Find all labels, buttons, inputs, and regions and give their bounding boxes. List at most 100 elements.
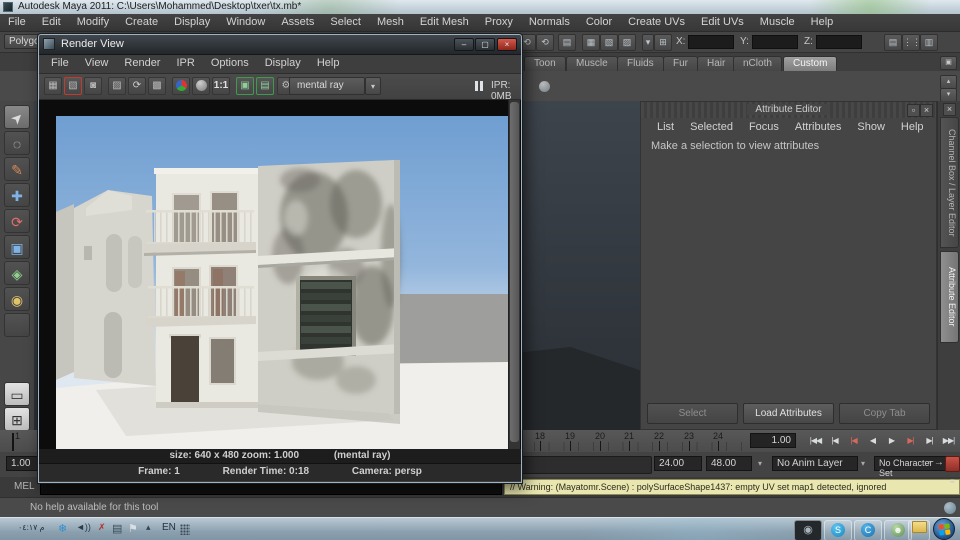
menu-item[interactable]: Help: [309, 55, 348, 69]
menu-item[interactable]: Options: [203, 55, 257, 69]
step-forward-key-button[interactable]: ▶|: [901, 432, 920, 450]
close-icon[interactable]: ×: [920, 104, 933, 117]
menu-item[interactable]: Edit UVs: [693, 14, 752, 28]
chevron-down-icon[interactable]: ▾: [365, 77, 381, 95]
speaker-icon[interactable]: ◄)): [76, 522, 91, 532]
render-region-icon[interactable]: ▧: [64, 77, 82, 95]
menu-item[interactable]: Help: [893, 118, 932, 133]
chevron-down-icon[interactable]: ▾: [861, 459, 865, 468]
close-button[interactable]: ×: [497, 38, 517, 51]
shelf-tab[interactable]: Toon: [524, 56, 566, 71]
minimize-button[interactable]: –: [454, 38, 474, 51]
menu-item[interactable]: Render: [116, 55, 168, 69]
show-attribute-editor-icon[interactable]: ▤: [884, 34, 902, 51]
step-back-key-button[interactable]: |◀: [844, 432, 863, 450]
step-back-frame-button[interactable]: |◀: [825, 432, 844, 450]
playback-end-field[interactable]: 48.00: [706, 456, 752, 471]
play-backwards-button[interactable]: ◀: [863, 432, 882, 450]
taskbar-clock[interactable]: م ٠٤:١٧: [18, 523, 45, 532]
shelf-tab-active[interactable]: Custom: [783, 56, 838, 71]
select-button[interactable]: Select: [647, 403, 738, 424]
menu-item[interactable]: Edit: [34, 14, 69, 28]
menu-item[interactable]: Select: [322, 14, 369, 28]
channel-box-tab[interactable]: Channel Box / Layer Editor: [940, 117, 959, 248]
menu-item[interactable]: Selected: [682, 118, 741, 133]
refresh-icon[interactable]: ⟳: [128, 77, 146, 95]
universal-manipulator-tool[interactable]: ◈: [4, 261, 30, 285]
restore-icon[interactable]: ▫: [907, 104, 920, 117]
copy-tab-button[interactable]: Copy Tab: [839, 403, 930, 424]
close-icon[interactable]: ×: [943, 103, 956, 116]
shelf-tab[interactable]: Fluids: [617, 56, 664, 71]
shelf-tab[interactable]: Fur: [663, 56, 698, 71]
command-result-warning[interactable]: // Warning: (Mayatomr.Scene) : polySurfa…: [504, 479, 960, 495]
four-pane-layout-button[interactable]: ⊞: [4, 407, 30, 431]
start-button[interactable]: [933, 518, 955, 540]
script-editor-icon[interactable]: ≡: [950, 478, 958, 493]
command-language-label[interactable]: MEL: [14, 481, 35, 492]
load-attributes-button[interactable]: Load Attributes: [743, 403, 834, 424]
scrollbar-thumb[interactable]: [510, 102, 519, 442]
anim-layer-field[interactable]: No Anim Layer: [772, 456, 858, 471]
menu-item[interactable]: Display: [166, 14, 218, 28]
os-titlebar[interactable]: Autodesk Maya 2011: C:\Users\Mohammed\De…: [0, 0, 960, 14]
menu-item[interactable]: Normals: [521, 14, 578, 28]
rotate-tool[interactable]: ⟳: [4, 209, 30, 233]
step-forward-frame-button[interactable]: ▶|: [920, 432, 939, 450]
ipr-render-icon[interactable]: ▧: [600, 34, 618, 51]
last-tool-slot[interactable]: [4, 313, 30, 337]
menu-item[interactable]: IPR: [168, 55, 202, 69]
set-key-icon[interactable]: ⌐→: [928, 457, 944, 468]
render-view-titlebar[interactable]: Render View – ▢ ×: [39, 35, 521, 55]
language-indicator[interactable]: EN: [162, 522, 176, 533]
menu-item[interactable]: Modify: [69, 14, 117, 28]
menu-item[interactable]: Mesh: [369, 14, 412, 28]
y-field[interactable]: [752, 35, 798, 49]
x-field[interactable]: [688, 35, 734, 49]
menu-item[interactable]: Display: [257, 55, 309, 69]
menu-item[interactable]: Muscle: [752, 14, 803, 28]
shelf-tab[interactable]: Muscle: [566, 56, 618, 71]
shelf-tab[interactable]: Hair: [697, 56, 736, 71]
ipr-region-icon[interactable]: ▩: [148, 77, 166, 95]
bluetooth-icon[interactable]: ❄: [58, 522, 67, 535]
menu-item[interactable]: File: [43, 55, 77, 69]
skype-app-button[interactable]: S: [824, 520, 852, 540]
blue-app-button[interactable]: C: [854, 520, 882, 540]
render-settings-icon[interactable]: ▨: [618, 34, 636, 51]
go-to-end-button[interactable]: ▶▶|: [939, 432, 958, 450]
network-error-icon[interactable]: ✗: [98, 522, 106, 533]
show-channel-box-icon[interactable]: ▥: [920, 34, 938, 51]
menu-item[interactable]: Color: [578, 14, 620, 28]
action-center-flag-icon[interactable]: ⚑: [128, 522, 138, 535]
shelf-scroll-down-icon[interactable]: ▾: [940, 88, 957, 102]
menu-item[interactable]: Assets: [273, 14, 322, 28]
explorer-app-button[interactable]: [908, 520, 930, 540]
clipboard-icon[interactable]: ▤: [558, 34, 576, 51]
construction-history-off-icon[interactable]: ⟲: [536, 34, 554, 51]
attribute-editor-tab[interactable]: Attribute Editor: [940, 251, 959, 343]
attribute-editor-titlebar[interactable]: Attribute Editor ▫ ×: [641, 102, 936, 118]
shelf-scroll-up-icon[interactable]: ▴: [940, 75, 957, 89]
menu-item[interactable]: Create UVs: [620, 14, 693, 28]
recorder-app-button[interactable]: ◉: [794, 520, 822, 540]
menu-item[interactable]: Create: [117, 14, 166, 28]
play-forwards-button[interactable]: ▶: [882, 432, 901, 450]
go-to-start-button[interactable]: |◀◀: [806, 432, 825, 450]
paint-select-tool[interactable]: ✎: [4, 157, 30, 181]
tray-app-icon[interactable]: ▤: [112, 522, 122, 535]
keep-image-icon[interactable]: ▣: [236, 77, 254, 95]
touch-keyboard-grid-icon[interactable]: [180, 524, 190, 535]
render-current-frame-icon[interactable]: ▦: [582, 34, 600, 51]
remove-image-icon[interactable]: ▤: [256, 77, 274, 95]
chevron-down-icon[interactable]: ▾: [758, 459, 762, 468]
menu-item[interactable]: Window: [218, 14, 273, 28]
z-field[interactable]: [816, 35, 862, 49]
move-tool[interactable]: ✚: [4, 183, 30, 207]
current-frame-field[interactable]: 1.00: [750, 433, 796, 448]
renderer-dropdown[interactable]: mental ray: [289, 77, 365, 95]
menu-item[interactable]: View: [77, 55, 117, 69]
ipr-render-icon[interactable]: ▨: [108, 77, 126, 95]
scale-tool[interactable]: ▣: [4, 235, 30, 259]
auto-keyframe-icon[interactable]: [945, 456, 960, 472]
